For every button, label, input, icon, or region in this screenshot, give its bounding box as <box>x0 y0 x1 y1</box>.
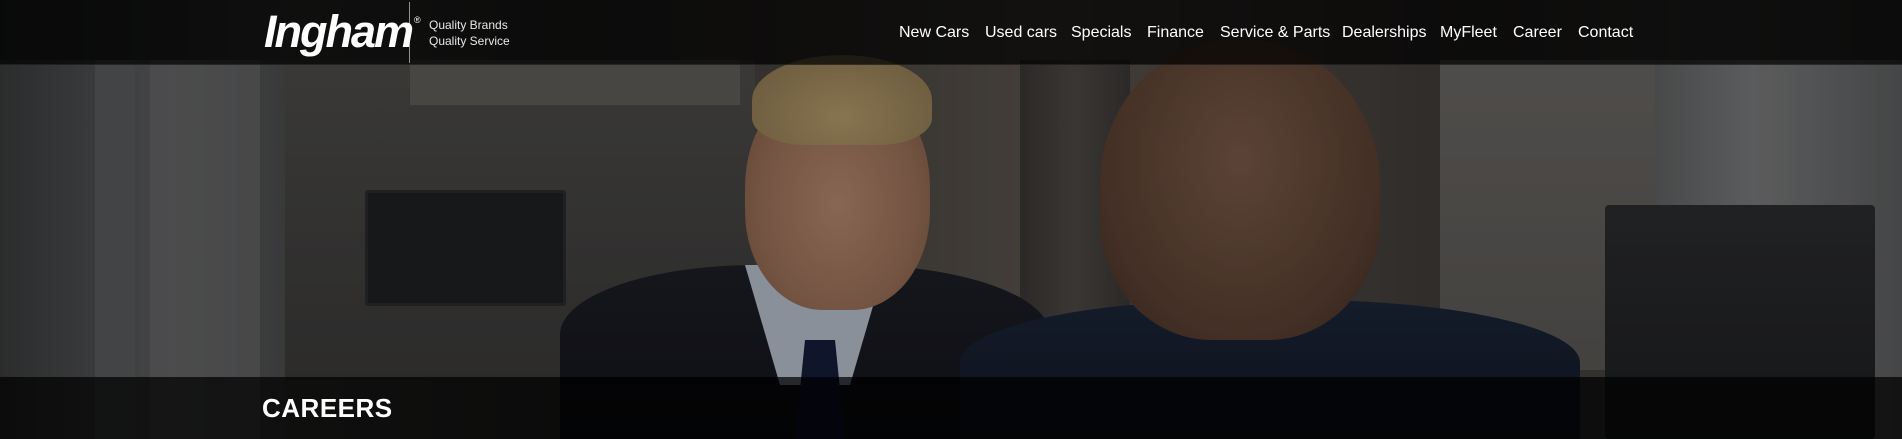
page: Ingham ® Quality Brands Quality Service … <box>0 0 1902 439</box>
nav-specials[interactable]: Specials <box>1071 24 1131 42</box>
nav-finance[interactable]: Finance <box>1147 24 1204 42</box>
nav-dealerships[interactable]: Dealerships <box>1342 24 1426 42</box>
page-title: CAREERS <box>262 393 393 423</box>
nav-new-cars[interactable]: New Cars <box>899 24 969 42</box>
main-nav: New Cars Used cars Specials Finance Serv… <box>0 0 1902 64</box>
nav-myfleet[interactable]: MyFleet <box>1440 24 1497 42</box>
nav-contact[interactable]: Contact <box>1578 24 1633 42</box>
hero-image <box>0 0 1902 439</box>
site-header: Ingham ® Quality Brands Quality Service … <box>0 0 1902 65</box>
nav-used-cars[interactable]: Used cars <box>985 24 1057 42</box>
nav-service-parts[interactable]: Service & Parts <box>1220 24 1330 42</box>
nav-career[interactable]: Career <box>1513 24 1562 42</box>
